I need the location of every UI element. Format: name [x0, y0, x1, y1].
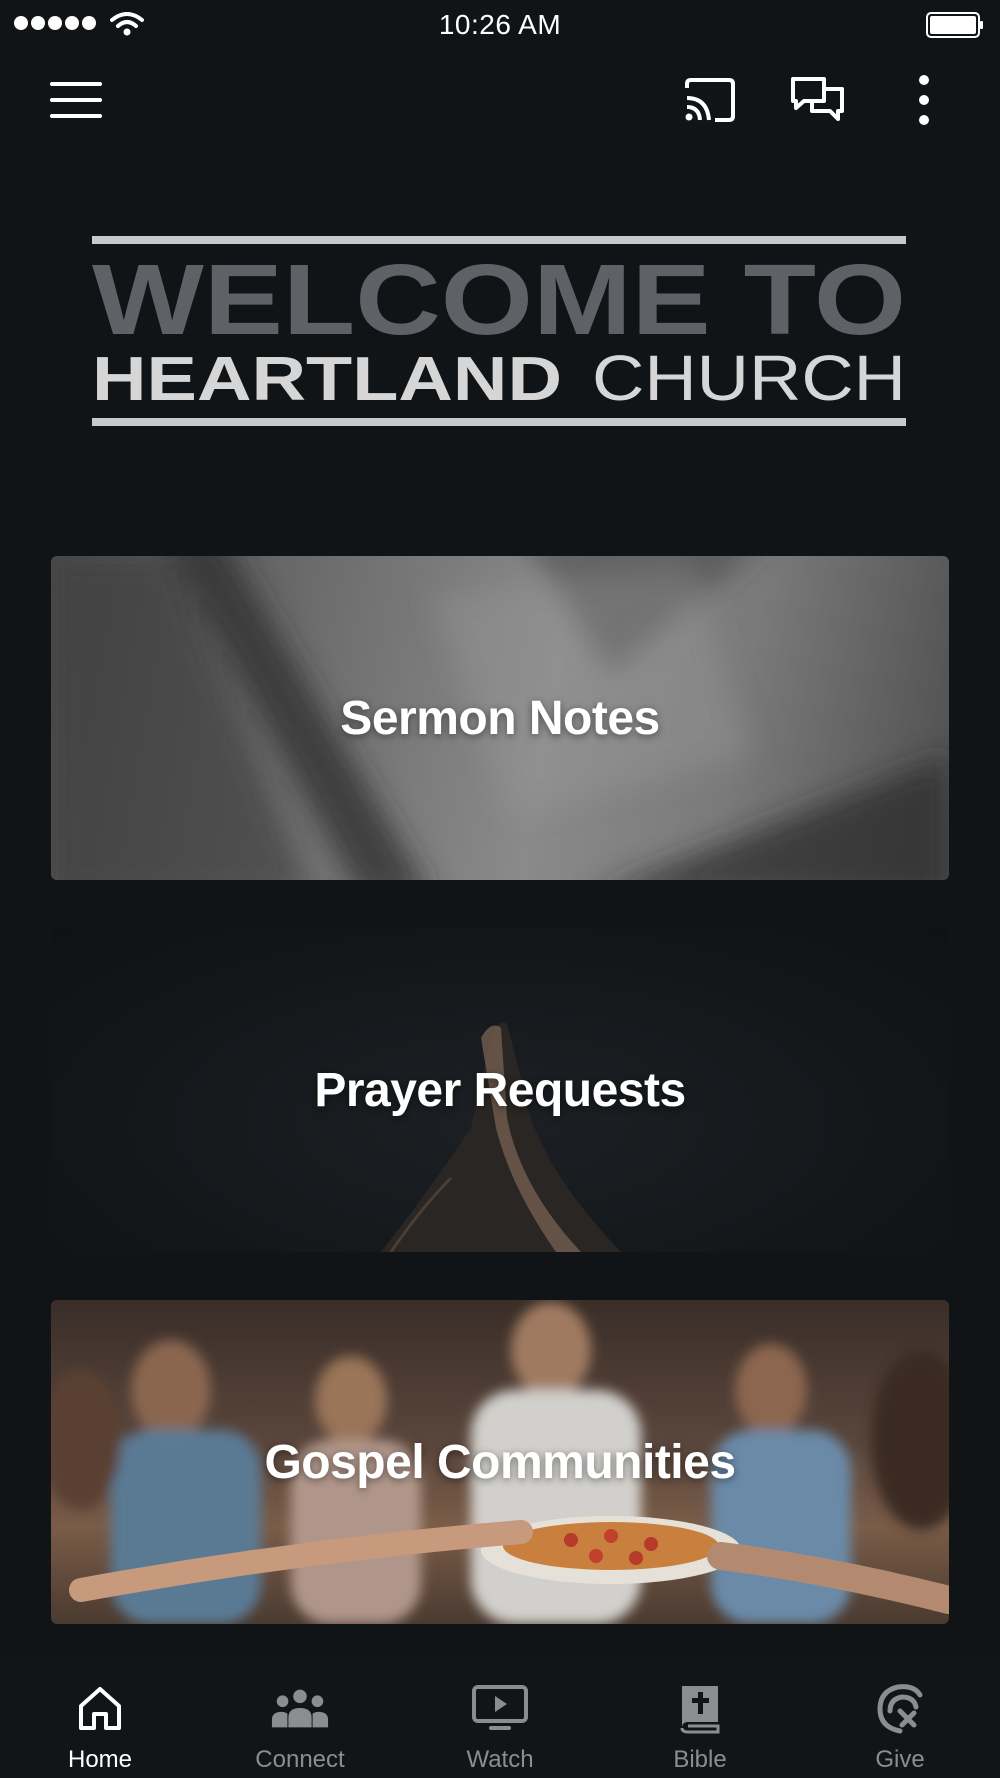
hamburger-menu-icon[interactable] — [40, 78, 112, 122]
cast-icon[interactable] — [678, 70, 742, 130]
nav-label-home: Home — [67, 1746, 133, 1773]
gospel-communities-card[interactable]: Gospel Communities — [51, 1300, 949, 1624]
logo-welcome-text: WELCOME TO — [92, 250, 906, 342]
battery-icon — [926, 12, 983, 38]
nav-item-home[interactable]: Home — [0, 1658, 200, 1778]
nav-item-bible[interactable]: Bible — [600, 1658, 800, 1778]
logo-heartland-text: HEARTLAND — [92, 345, 562, 412]
nav-item-connect[interactable]: Connect — [200, 1658, 400, 1778]
prayer-requests-card[interactable]: Prayer Requests — [51, 928, 949, 1252]
logo-rule-bottom — [92, 418, 906, 426]
logo-rule-top — [92, 236, 906, 244]
more-vertical-icon[interactable] — [892, 70, 956, 130]
logo-line2: HEARTLAND CHURCH — [92, 342, 906, 412]
nav-label-watch: Watch — [466, 1746, 534, 1773]
church-logo: WELCOME TO HEARTLAND CHURCH — [92, 236, 906, 426]
home-icon — [70, 1678, 130, 1738]
nav-label-connect: Connect — [255, 1746, 345, 1773]
logo-church-text: CHURCH — [592, 342, 906, 412]
chat-icon[interactable] — [786, 70, 850, 130]
status-time: 10:26 AM — [438, 9, 562, 40]
status-bar: 10:26 AM — [0, 0, 1000, 50]
sermon-notes-title: Sermon Notes — [340, 691, 660, 745]
sermon-notes-card[interactable]: Sermon Notes — [51, 556, 949, 880]
nav-item-watch[interactable]: Watch — [400, 1658, 600, 1778]
nav-label-give: Give — [875, 1746, 925, 1773]
prayer-requests-title: Prayer Requests — [314, 1063, 686, 1117]
tv-play-icon — [470, 1678, 530, 1738]
app-bar — [0, 60, 1000, 140]
give-icon — [870, 1678, 930, 1738]
nav-label-bible: Bible — [673, 1746, 727, 1773]
logo-line1: WELCOME TO — [92, 250, 906, 342]
bottom-nav: Home Connect Watch Bible Give — [0, 1658, 1000, 1778]
bible-icon — [670, 1678, 730, 1738]
nav-item-give[interactable]: Give — [800, 1658, 1000, 1778]
gospel-communities-title: Gospel Communities — [264, 1435, 736, 1489]
people-icon — [270, 1678, 330, 1738]
